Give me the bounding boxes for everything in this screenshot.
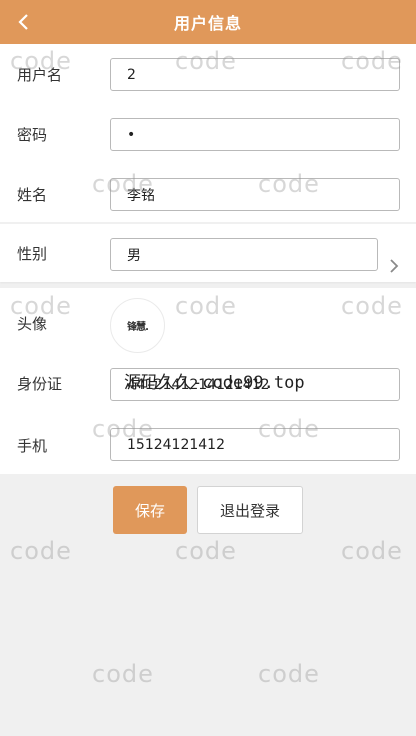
phone-row: 手机 15124121412 bbox=[0, 416, 416, 474]
chevron-right-icon bbox=[390, 259, 399, 273]
account-section: 用户名 2 密码 • 姓名 李铭 bbox=[0, 44, 416, 222]
name-input[interactable]: 李铭 bbox=[110, 178, 400, 211]
back-button[interactable] bbox=[8, 6, 40, 38]
password-label: 密码 bbox=[17, 125, 48, 144]
gender-row[interactable]: 性别 男 bbox=[0, 224, 416, 282]
id-card-row: 身份证 4412141214121412 bbox=[0, 358, 416, 416]
chevron-left-icon bbox=[18, 14, 28, 30]
gender-select[interactable]: 男 bbox=[110, 238, 378, 271]
avatar-row: 头像 锋慧. bbox=[0, 288, 416, 358]
logout-button[interactable]: 退出登录 bbox=[197, 486, 303, 534]
watermark-text: code bbox=[92, 660, 154, 688]
watermark-text: code bbox=[10, 537, 72, 565]
page-title: 用户信息 bbox=[173, 14, 242, 33]
name-label: 姓名 bbox=[17, 185, 48, 204]
username-row: 用户名 2 bbox=[0, 44, 416, 104]
password-row: 密码 • bbox=[0, 104, 416, 164]
phone-label: 手机 bbox=[17, 436, 48, 455]
id-card-label: 身份证 bbox=[17, 374, 63, 393]
name-row: 姓名 李铭 bbox=[0, 164, 416, 224]
top-header: 用户信息 bbox=[0, 0, 416, 44]
avatar-image-text: 锋慧. bbox=[127, 322, 149, 333]
profile-section: 头像 锋慧. 身份证 4412141214121412 手机 151241214… bbox=[0, 288, 416, 474]
watermark-text: code bbox=[341, 537, 403, 565]
username-label: 用户名 bbox=[17, 65, 63, 84]
phone-input[interactable]: 15124121412 bbox=[110, 428, 400, 461]
gender-label: 性别 bbox=[17, 244, 48, 263]
watermark-text: code bbox=[175, 537, 237, 565]
avatar[interactable]: 锋慧. bbox=[110, 298, 165, 353]
gender-section: 性别 男 bbox=[0, 224, 416, 282]
password-input[interactable]: • bbox=[110, 118, 400, 151]
id-card-input[interactable]: 4412141214121412 bbox=[110, 368, 400, 401]
save-button[interactable]: 保存 bbox=[113, 486, 187, 534]
avatar-label: 头像 bbox=[17, 314, 48, 333]
watermark-text: code bbox=[258, 660, 320, 688]
username-input[interactable]: 2 bbox=[110, 58, 400, 91]
